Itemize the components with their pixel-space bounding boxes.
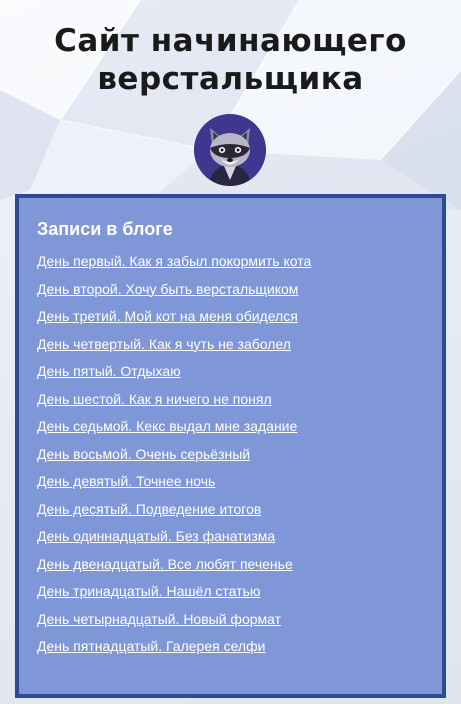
list-item: День шестой. Как я ничего не понял — [37, 390, 424, 418]
list-item: День восьмой. Очень серьёзный — [37, 445, 424, 473]
post-link-15[interactable]: День пятнадцатый. Галерея селфи — [37, 638, 265, 654]
post-link-12[interactable]: День двенадцатый. Все любят печенье — [37, 556, 293, 572]
list-item: День одиннадцатый. Без фанатизма — [37, 527, 424, 555]
post-list: День первый. Как я забыл покормить кота … — [37, 252, 424, 665]
site-title-line2: верстальщика — [97, 61, 364, 97]
list-item: День четвертый. Как я чуть не заболел — [37, 335, 424, 363]
post-link-10[interactable]: День десятый. Подведение итогов — [37, 501, 261, 517]
post-link-4[interactable]: День четвертый. Как я чуть не заболел — [37, 336, 291, 352]
post-link-8[interactable]: День восьмой. Очень серьёзный — [37, 446, 250, 462]
post-link-7[interactable]: День седьмой. Кекс выдал мне задание — [37, 418, 297, 434]
blog-heading: Записи в блоге — [37, 219, 173, 239]
post-link-11[interactable]: День одиннадцатый. Без фанатизма — [37, 528, 275, 544]
list-item: День пятый. Отдыхаю — [37, 362, 424, 390]
list-item: День двенадцатый. Все любят печенье — [37, 555, 424, 583]
post-link-1[interactable]: День первый. Как я забыл покормить кота — [37, 253, 311, 269]
raccoon-icon — [194, 114, 266, 186]
list-item: День третий. Мой кот на меня обиделся — [37, 307, 424, 335]
post-link-3[interactable]: День третий. Мой кот на меня обиделся — [37, 308, 298, 324]
blog-panel: Записи в блоге День первый. Как я забыл … — [15, 194, 446, 698]
list-item: День девятый. Точнее ночь — [37, 472, 424, 500]
site-title-line1: Сайт начинающего — [54, 23, 407, 59]
site-title: Сайт начинающего верстальщика — [0, 22, 461, 98]
post-link-6[interactable]: День шестой. Как я ничего не понял — [37, 391, 272, 407]
post-link-14[interactable]: День четырнадцатый. Новый формат — [37, 611, 281, 627]
list-item: День четырнадцатый. Новый формат — [37, 610, 424, 638]
post-link-2[interactable]: День второй. Хочу быть верстальщиком — [37, 281, 298, 297]
avatar — [194, 114, 266, 186]
post-link-13[interactable]: День тринадцатый. Нашёл статью — [37, 583, 260, 599]
page-header: Сайт начинающего верстальщика — [0, 0, 461, 98]
list-item: День пятнадцатый. Галерея селфи — [37, 637, 424, 665]
list-item: День седьмой. Кекс выдал мне задание — [37, 417, 424, 445]
post-link-9[interactable]: День девятый. Точнее ночь — [37, 473, 215, 489]
list-item: День второй. Хочу быть верстальщиком — [37, 280, 424, 308]
list-item: День десятый. Подведение итогов — [37, 500, 424, 528]
list-item: День первый. Как я забыл покормить кота — [37, 252, 424, 280]
post-link-5[interactable]: День пятый. Отдыхаю — [37, 363, 181, 379]
list-item: День тринадцатый. Нашёл статью — [37, 582, 424, 610]
